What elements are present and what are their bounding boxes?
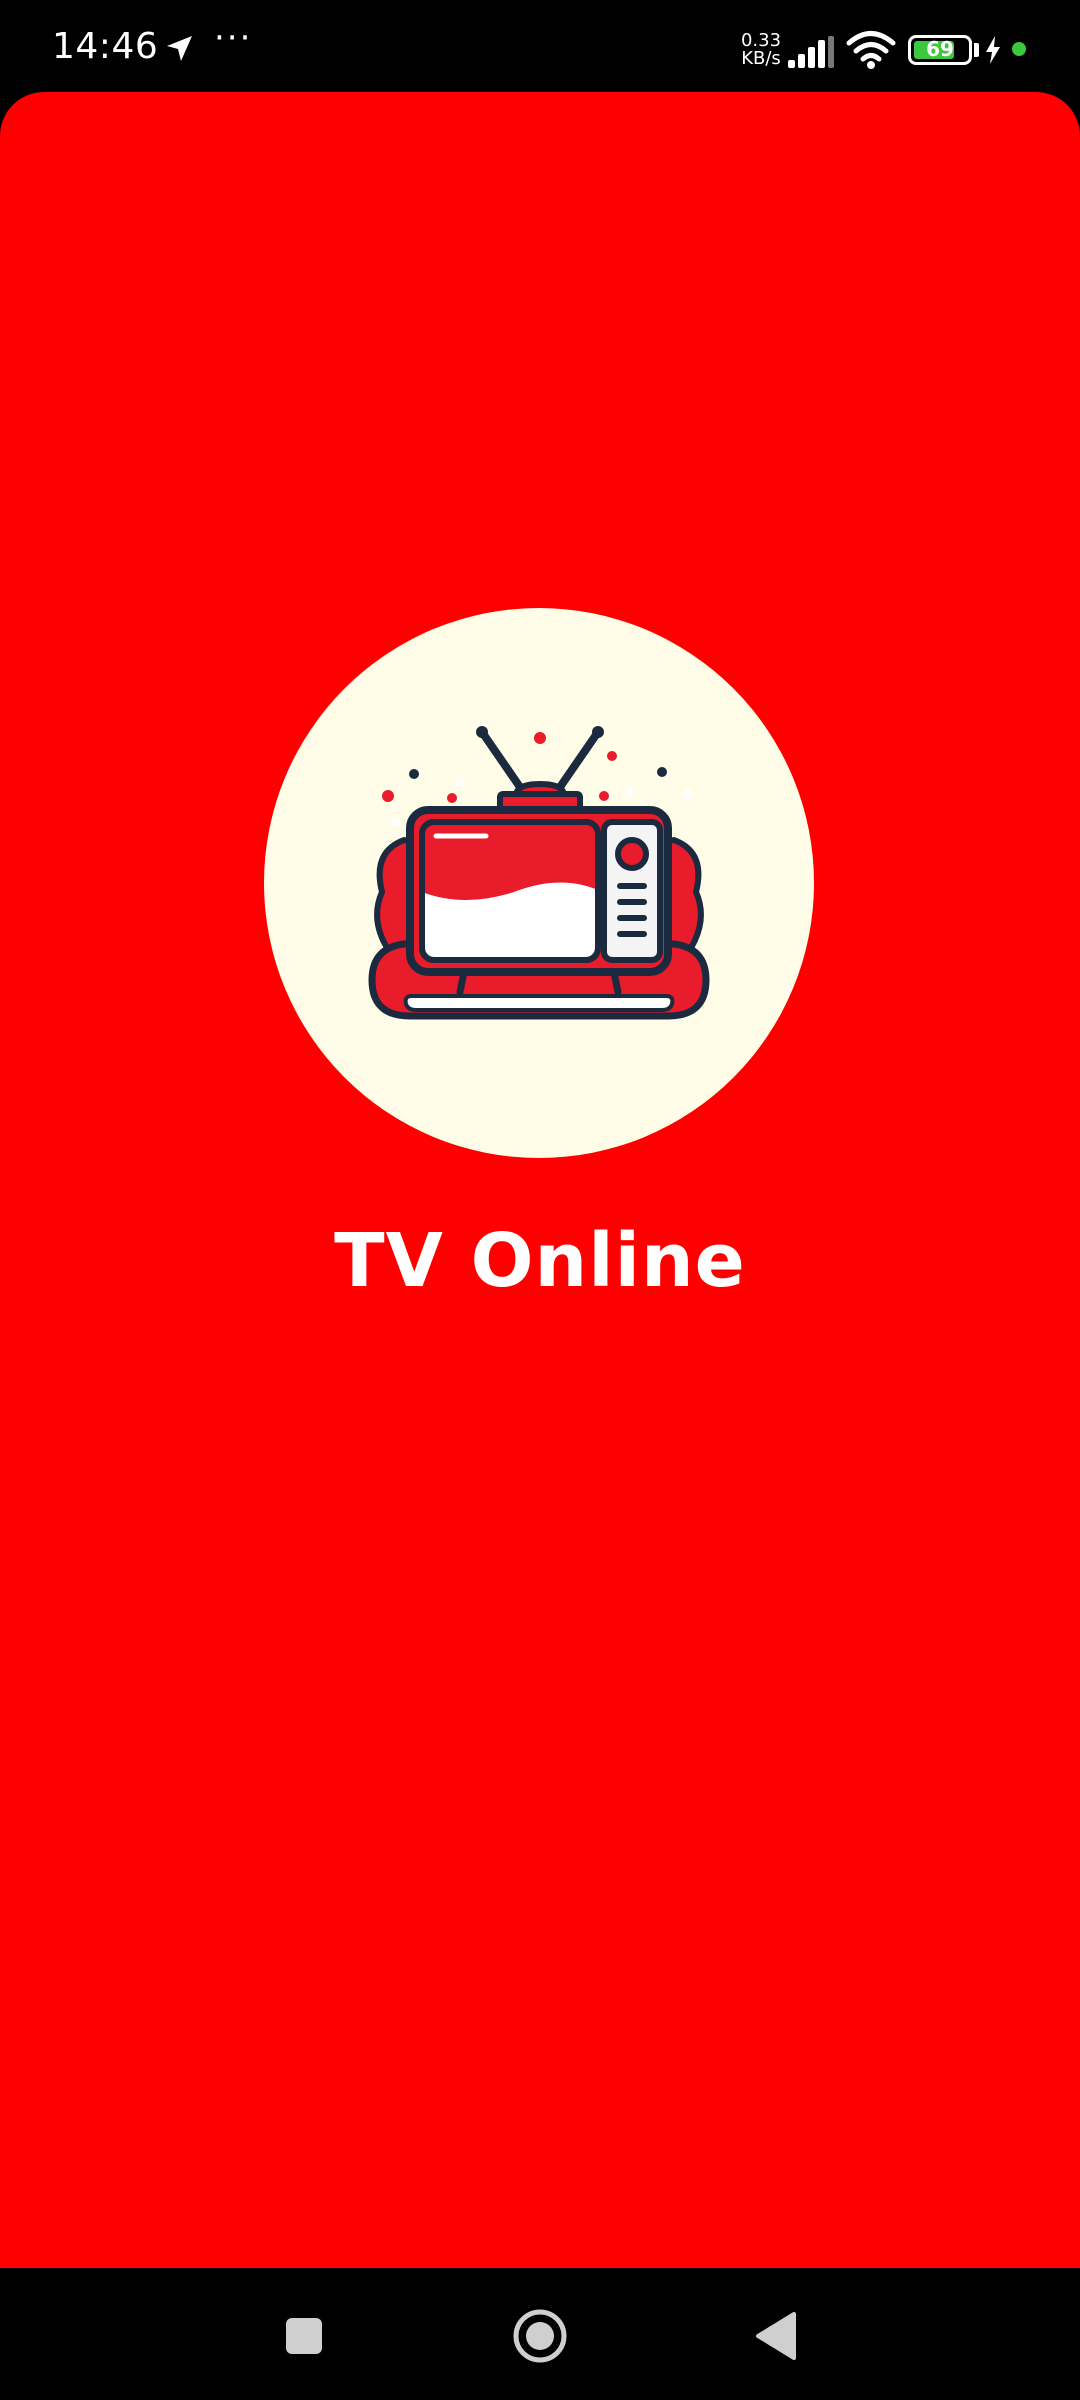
- battery-icon: 69: [908, 35, 972, 65]
- location-arrow-icon: [167, 36, 192, 61]
- network-speed: 0.33 KB/s: [734, 32, 788, 68]
- signal-bars-icon: [788, 36, 834, 68]
- home-button[interactable]: [508, 2304, 572, 2368]
- wifi-icon: [846, 31, 896, 69]
- app-title: TV Online: [334, 1218, 746, 1304]
- navigation-bar: [0, 2268, 1080, 2400]
- splash-screen: TV Online: [0, 92, 1080, 2268]
- app-logo: [264, 608, 814, 1158]
- network-speed-unit: KB/s: [741, 48, 781, 69]
- recents-button[interactable]: [272, 2304, 336, 2368]
- retro-tv-logo-icon: [368, 726, 710, 1020]
- status-bar: 14:46 ··· 0.33 KB/s 69: [0, 0, 1080, 92]
- battery-tip: [974, 43, 979, 57]
- privacy-indicator-dot: [1012, 42, 1026, 56]
- charging-bolt-icon: [986, 36, 1000, 64]
- status-time: 14:46: [52, 26, 159, 67]
- back-button[interactable]: [744, 2304, 808, 2368]
- battery-level: 69: [926, 37, 954, 61]
- more-notifications-indicator: ···: [214, 18, 253, 58]
